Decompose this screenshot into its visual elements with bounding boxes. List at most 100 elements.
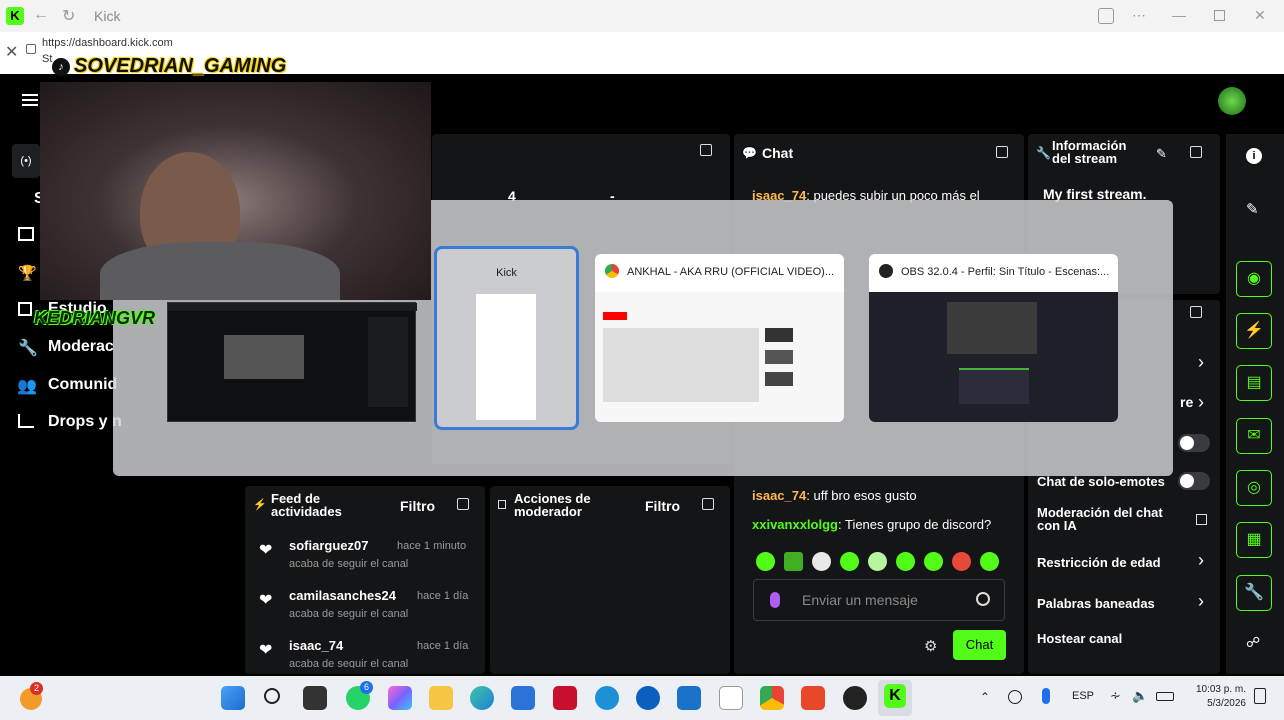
popout-icon[interactable]	[1190, 146, 1202, 158]
more-icon[interactable]: ⋯	[1132, 7, 1146, 24]
camera-icon[interactable]: ◉	[1236, 261, 1272, 297]
stats-icon[interactable]	[18, 227, 34, 241]
host-channel-label[interactable]: Hostear canal	[1037, 631, 1122, 646]
wps-icon[interactable]	[801, 686, 825, 710]
avatar[interactable]	[1218, 87, 1246, 115]
age-restriction-label[interactable]: Restricción de edad	[1037, 555, 1161, 570]
close-icon[interactable]: ✕	[5, 42, 18, 62]
chevron-right-icon[interactable]: ›	[1198, 550, 1204, 571]
edge-dev-icon[interactable]	[595, 686, 619, 710]
window-thumbnail-dashboard[interactable]	[167, 302, 417, 422]
popout-icon[interactable]	[996, 146, 1008, 158]
url-text[interactable]: https://dashboard.kick.com	[42, 37, 173, 49]
send-chat-button[interactable]: Chat	[953, 630, 1006, 660]
microphone-icon[interactable]	[770, 592, 780, 608]
emote-icon[interactable]	[840, 552, 859, 571]
menu-icon[interactable]	[22, 94, 38, 106]
emote-icon[interactable]	[952, 552, 971, 571]
emoji-icon[interactable]	[976, 592, 990, 606]
kick-icon[interactable]: K	[884, 684, 906, 708]
onedrive-icon[interactable]	[1008, 690, 1022, 704]
layout-icon[interactable]: ▦	[1236, 522, 1272, 558]
info-icon[interactable]: i	[1246, 148, 1262, 164]
emote-icon[interactable]	[980, 552, 999, 571]
emote-icon[interactable]	[924, 552, 943, 571]
search-icon[interactable]	[264, 688, 280, 704]
feed-username[interactable]: camilasanches24	[289, 588, 396, 603]
chat-username[interactable]: isaac_74	[752, 488, 806, 503]
chrome-icon[interactable]	[760, 686, 784, 710]
feed-time: hace 1 día	[417, 640, 469, 652]
task-view-icon[interactable]	[303, 686, 327, 710]
emote-icon[interactable]	[896, 552, 915, 571]
emote-icon[interactable]	[812, 552, 831, 571]
broadcast-icon[interactable]: ◎	[1236, 470, 1272, 506]
app-view-icon[interactable]	[1098, 8, 1114, 24]
emote-icon[interactable]	[756, 552, 775, 571]
window-thumbnail-kick[interactable]: Kick	[434, 246, 579, 430]
chevron-right-icon[interactable]: ›	[1198, 591, 1204, 612]
copilot-icon[interactable]	[388, 686, 412, 710]
back-icon[interactable]: ←	[33, 6, 49, 24]
filter-button[interactable]: Filtro	[645, 498, 680, 514]
chat-username[interactable]: xxivanxxlolgg	[752, 517, 838, 532]
chat-input[interactable]: Enviar un mensaje	[753, 579, 1005, 621]
popout-icon[interactable]	[702, 498, 714, 510]
wrench-icon[interactable]: 🔧	[1236, 575, 1272, 611]
language-indicator[interactable]: ESP	[1072, 690, 1094, 702]
store-icon[interactable]	[511, 686, 535, 710]
microphone-icon[interactable]	[1042, 688, 1050, 704]
restore-icon[interactable]	[1214, 10, 1225, 21]
popout-icon[interactable]	[457, 498, 469, 510]
toggle[interactable]	[1178, 434, 1210, 452]
browser-titlebar: K ← ↻ Kick ⋯ — ✕	[0, 0, 1284, 32]
trophy-icon[interactable]: 🏆	[18, 264, 37, 282]
clock-date[interactable]: 5/3/2026	[1186, 698, 1246, 709]
chevron-right-icon[interactable]: ›	[1198, 352, 1204, 373]
battery-icon[interactable]	[1156, 692, 1174, 701]
feed-username[interactable]: sofiarguez07	[289, 538, 368, 553]
sidebar-item-community[interactable]: Comunid	[48, 376, 117, 394]
gear-icon[interactable]: ⚙	[924, 637, 937, 655]
start-icon[interactable]	[221, 686, 245, 710]
emote-bar	[756, 552, 999, 571]
clock-time[interactable]: 10:03 p. m.	[1186, 684, 1246, 695]
emote-only-label: Chat de solo-emotes	[1037, 474, 1165, 489]
chat-bubble-icon[interactable]: ✉	[1236, 418, 1272, 454]
banned-words-label[interactable]: Palabras baneadas	[1037, 596, 1155, 611]
refresh-icon[interactable]: ↻	[62, 6, 75, 26]
volume-icon[interactable]: 🔈	[1132, 688, 1148, 704]
file-explorer-icon[interactable]	[429, 686, 453, 710]
hp-icon[interactable]	[636, 686, 660, 710]
document-icon[interactable]: ▤	[1236, 365, 1272, 401]
popout-icon[interactable]	[1190, 306, 1202, 318]
external-link-icon[interactable]	[1196, 514, 1207, 525]
chevron-up-icon[interactable]: ⌃	[980, 690, 990, 704]
filter-button[interactable]: Filtro	[400, 498, 435, 514]
popout-icon[interactable]	[700, 144, 714, 158]
bolt-icon[interactable]: ⚡	[1236, 313, 1272, 349]
sidebar-item-moderation[interactable]: Moderac	[48, 338, 114, 356]
live-icon[interactable]: (•)	[12, 144, 40, 178]
obs-icon[interactable]	[843, 686, 867, 710]
sidebar-item-drops[interactable]: Drops y n	[48, 413, 122, 431]
window-thumbnail-obs[interactable]: OBS 32.0.4 - Perfil: Sin Título - Escena…	[869, 254, 1118, 422]
wifi-icon[interactable]: ∻	[1110, 688, 1121, 704]
share-icon[interactable]: ☍	[1246, 634, 1260, 651]
edge-icon[interactable]	[470, 686, 494, 710]
feed-username[interactable]: isaac_74	[289, 638, 343, 653]
emote-icon[interactable]	[784, 552, 803, 571]
notification-icon[interactable]	[1254, 688, 1266, 704]
emote-only-toggle[interactable]	[1178, 472, 1210, 490]
mcafee-icon[interactable]	[553, 686, 577, 710]
minimize-icon[interactable]: —	[1172, 7, 1186, 23]
outlook-icon[interactable]	[677, 686, 701, 710]
edit-icon[interactable]: ✎	[1246, 200, 1259, 218]
emote-icon[interactable]	[868, 552, 887, 571]
edit-icon[interactable]: ✎	[1156, 146, 1167, 162]
document-icon[interactable]	[719, 686, 743, 710]
heart-icon: ❤	[259, 542, 273, 559]
chevron-right-icon[interactable]: ›	[1198, 392, 1204, 413]
close-window-icon[interactable]: ✕	[1254, 7, 1266, 24]
window-thumbnail-youtube[interactable]: ANKHAL - AKA RRU (OFFICIAL VIDEO)...	[595, 254, 844, 422]
